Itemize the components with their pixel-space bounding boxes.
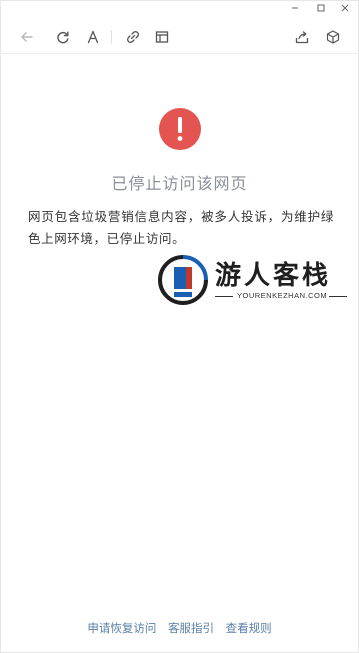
maximize-icon[interactable]: [312, 0, 330, 16]
watermark-rule-left: [215, 296, 233, 297]
back-arrow-icon[interactable]: [16, 26, 38, 48]
page-title: 已停止访问该网页: [111, 174, 248, 193]
view-rules-link[interactable]: 查看规则: [226, 621, 272, 635]
customer-service-link[interactable]: 客服指引: [168, 621, 214, 635]
toolbar: [0, 18, 359, 54]
watermark-name: 游人客栈: [215, 261, 332, 291]
title-bar: [0, 0, 359, 18]
browser-window: [0, 0, 359, 653]
close-icon[interactable]: [336, 0, 354, 16]
font-size-icon[interactable]: [82, 26, 104, 48]
share-icon[interactable]: [291, 26, 313, 48]
watermark-logo: [157, 254, 209, 306]
warning-icon: [159, 108, 201, 150]
watermark-rule-right: [329, 296, 347, 297]
refresh-icon[interactable]: [52, 26, 74, 48]
watermark: 游人客栈 YOURENKEZHAN.COM: [157, 254, 349, 306]
link-icon[interactable]: [122, 26, 144, 48]
toolbar-divider: [111, 30, 112, 44]
minimize-icon[interactable]: [286, 0, 304, 16]
cube-icon[interactable]: [322, 26, 344, 48]
warning-description: 网页包含垃圾营销信息内容，被多人投诉，为维护绿色上网环境，已停止访问。: [28, 209, 334, 246]
request-restore-link[interactable]: 申请恢复访问: [87, 621, 156, 635]
watermark-url: YOURENKEZHAN.COM: [237, 291, 328, 300]
footer-links: 申请恢复访问 客服指引 查看规则: [0, 620, 359, 636]
reading-mode-icon[interactable]: [151, 26, 173, 48]
toolbar-divider-line: [0, 53, 359, 54]
